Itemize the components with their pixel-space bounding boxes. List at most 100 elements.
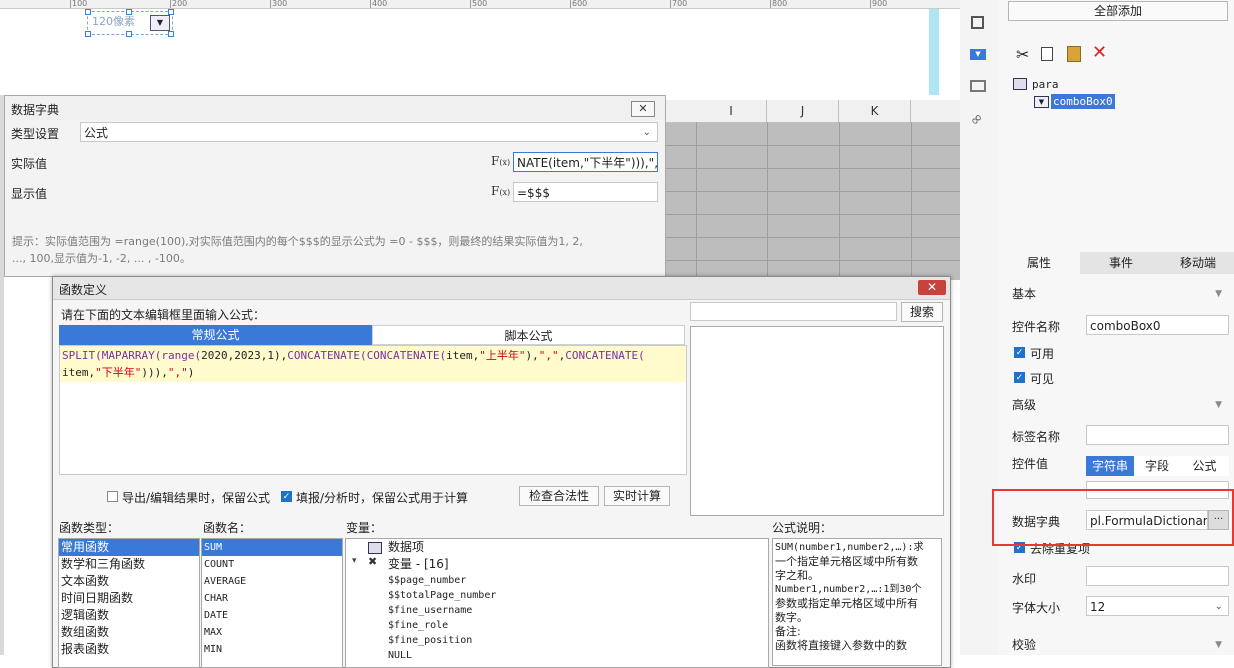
link-icon[interactable]: ∞	[965, 108, 987, 130]
tab-mobile[interactable]: 移动端	[1162, 252, 1234, 274]
list-item[interactable]: DATE	[202, 607, 342, 624]
tree-item-variables[interactable]: 变量 - [16]	[386, 556, 449, 573]
code-token: "下半年"	[95, 366, 142, 379]
check-validity-button[interactable]: 检查合法性	[519, 486, 599, 506]
code-token: range(	[161, 349, 202, 362]
keep-formula-fill-checkbox[interactable]: ✓	[281, 491, 292, 502]
ruler-tick: 500	[469, 0, 488, 8]
list-item[interactable]: SUM	[202, 539, 342, 556]
formula-editor[interactable]: SPLIT(MAPARRAY(range(2020,2023,1),CONCAT…	[59, 345, 687, 475]
visible-checkbox[interactable]: ✓	[1014, 372, 1025, 383]
tag-name-input[interactable]	[1086, 425, 1229, 445]
list-item[interactable]: COUNT	[202, 556, 342, 573]
list-item[interactable]: 逻辑函数	[59, 607, 199, 624]
layout-icon[interactable]	[970, 80, 986, 92]
dialog-titlebar[interactable]: 函数定义 ✕	[53, 277, 950, 300]
tab-normal-formula[interactable]: 常规公式	[59, 325, 372, 345]
realtime-calc-button[interactable]: 实时计算	[604, 486, 670, 506]
hint-line: ..., 100,显示值为-1, -2, ... , -100。	[12, 252, 191, 265]
code-token: "上半年"	[479, 349, 526, 362]
tree-item-para[interactable]: para	[1032, 78, 1059, 91]
code-token: MAPARRAY(	[101, 349, 162, 362]
widget-name-input[interactable]: comboBox0	[1086, 315, 1229, 335]
resize-handle[interactable]	[126, 31, 132, 37]
tree-item-combobox0[interactable]: comboBox0	[1051, 94, 1115, 109]
tag-name-label: 标签名称	[1012, 430, 1061, 444]
column-header-k[interactable]: K	[839, 100, 911, 123]
section-basic[interactable]: 基本 ▼	[1012, 283, 1230, 305]
paste-icon[interactable]	[1067, 46, 1081, 62]
list-item[interactable]: CHAR	[202, 590, 342, 607]
widget-name-label: 控件名称	[1012, 320, 1061, 334]
desc-line: 参数或指定单元格区域中所有	[775, 597, 918, 610]
combobox-icon[interactable]: ▼	[970, 49, 986, 60]
font-size-select[interactable]: 12 ⌄	[1086, 596, 1229, 616]
add-all-button[interactable]: 全部添加	[1008, 1, 1228, 21]
enabled-checkbox[interactable]: ✓	[1014, 347, 1025, 358]
section-advanced[interactable]: 高级 ▼	[1012, 394, 1230, 416]
list-item[interactable]: MIN	[202, 641, 342, 658]
resize-handle[interactable]	[85, 31, 91, 37]
list-item[interactable]: 数学和三角函数	[59, 556, 199, 573]
tab-script-formula[interactable]: 脚本公式	[372, 325, 685, 345]
list-item[interactable]: AVERAGE	[202, 573, 342, 590]
desc-line: 一个指定单元格区域中所有数	[775, 555, 918, 568]
section-validate[interactable]: 校验 ▼	[1012, 634, 1230, 656]
formula-description: SUM(number1,number2,…):求 一个指定单元格区域中所有数 字…	[772, 538, 942, 666]
display-value-input[interactable]: =$$$	[513, 182, 658, 202]
tab-properties[interactable]: 属性	[998, 252, 1080, 274]
seg-formula[interactable]: 公式	[1180, 456, 1229, 476]
list-item[interactable]: 文本函数	[59, 573, 199, 590]
type-setting-select[interactable]: 公式 ⌄	[80, 122, 658, 142]
seg-field[interactable]: 字段	[1134, 456, 1180, 476]
actual-value-input[interactable]: NATE(item,"下半年"))),",")	[513, 152, 658, 172]
column-header	[911, 100, 961, 123]
watermark-input[interactable]	[1086, 566, 1229, 586]
ruler-tick: 300	[269, 0, 288, 8]
collapse-icon[interactable]: ▾	[352, 556, 357, 566]
combobox-preview[interactable]: 120像素 ▼	[85, 9, 174, 37]
list-item[interactable]: MAX	[202, 624, 342, 641]
function-search-results[interactable]	[690, 326, 944, 516]
formula-prompt: 请在下面的文本编辑框里面输入公式：	[61, 308, 266, 322]
copy-icon[interactable]	[1041, 47, 1053, 61]
list-item[interactable]: 数组函数	[59, 624, 199, 641]
desc-line: 函数将直接键入参数中的数	[775, 639, 907, 652]
enabled-label: 可用	[1030, 347, 1055, 361]
spreadsheet-grid[interactable]: I J K	[660, 100, 961, 282]
function-name-list[interactable]: SUM COUNT AVERAGE CHAR DATE MAX MIN	[201, 538, 343, 668]
formula-icon[interactable]: F(x)	[491, 154, 510, 168]
seg-string[interactable]: 字符串	[1086, 456, 1134, 476]
list-item[interactable]: 报表函数	[59, 641, 199, 658]
close-button[interactable]: ✕	[631, 101, 655, 117]
keep-formula-export-checkbox[interactable]	[107, 491, 118, 502]
delete-icon[interactable]: ✕	[1092, 42, 1107, 63]
code-token: )	[187, 366, 195, 379]
chevron-down-icon: ▼	[1215, 400, 1222, 410]
column-header-i[interactable]: I	[696, 100, 767, 123]
formula-desc-label: 公式说明：	[772, 521, 833, 535]
search-button[interactable]: 搜索	[901, 302, 943, 322]
tab-events[interactable]: 事件	[1080, 252, 1162, 274]
chevron-down-icon: ▼	[150, 15, 170, 31]
variable-tree[interactable]: 数据项 ▾ ✖ 变量 - [16] $$page_number $$totalP…	[345, 538, 769, 668]
frame-icon[interactable]	[971, 16, 984, 29]
tree-item-data[interactable]: 数据项	[386, 539, 424, 556]
column-header-j[interactable]: J	[767, 100, 839, 123]
cut-icon[interactable]: ✂	[1016, 45, 1029, 64]
close-button[interactable]: ✕	[918, 280, 946, 295]
resize-handle[interactable]	[85, 9, 91, 15]
function-search-input[interactable]	[690, 302, 897, 321]
dialog-titlebar[interactable]: 数据字典 ✕	[5, 96, 665, 120]
tree-item[interactable]: NULL	[386, 647, 412, 664]
resize-handle[interactable]	[168, 31, 174, 37]
formula-icon[interactable]: F(x)	[491, 184, 510, 198]
horizontal-ruler: 100 200 300 400 500 600 700 800 900	[0, 0, 960, 9]
formula-code-line: SPLIT(MAPARRAY(range(2020,2023,1),CONCAT…	[62, 347, 645, 364]
visible-label: 可见	[1030, 372, 1055, 386]
list-item[interactable]: 时间日期函数	[59, 590, 199, 607]
list-item[interactable]: 常用函数	[59, 539, 199, 556]
desc-line: 字之和。	[775, 569, 819, 582]
function-type-list[interactable]: 常用函数 数学和三角函数 文本函数 时间日期函数 逻辑函数 数组函数 报表函数	[58, 538, 200, 668]
ruler-tick: 200	[169, 0, 188, 8]
